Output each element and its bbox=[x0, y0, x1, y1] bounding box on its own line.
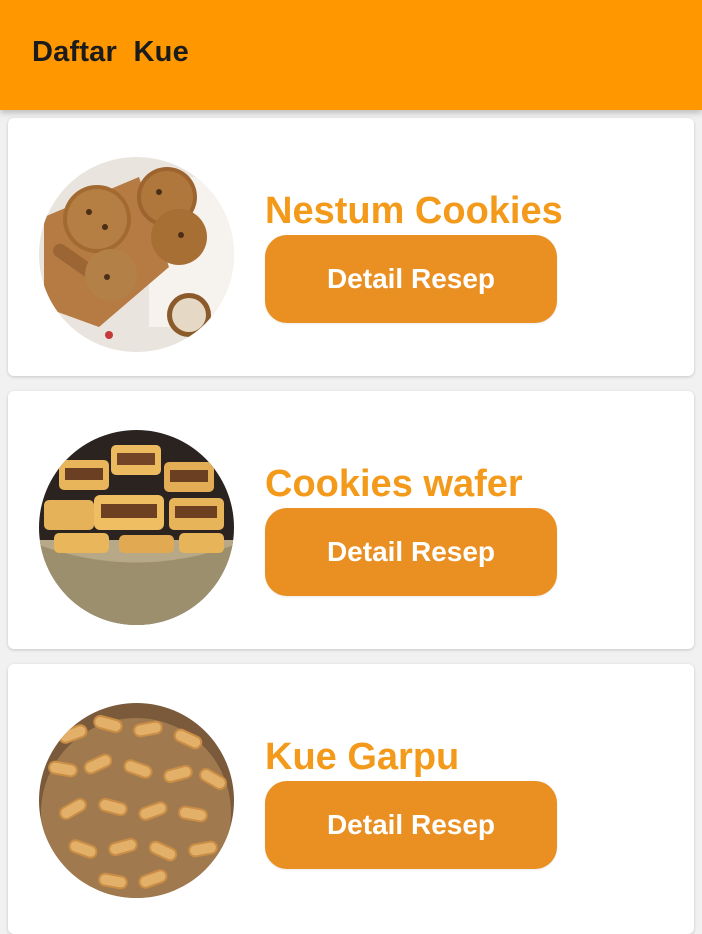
recipe-title: Nestum Cookies bbox=[265, 190, 563, 232]
recipe-card: Nestum Cookies Detail Resep bbox=[8, 118, 694, 376]
app-bar: Daftar Kue bbox=[0, 0, 702, 110]
app-title: Daftar Kue bbox=[32, 36, 189, 68]
detail-recipe-button[interactable]: Detail Resep bbox=[265, 781, 557, 869]
detail-recipe-button[interactable]: Detail Resep bbox=[265, 508, 557, 596]
detail-recipe-button[interactable]: Detail Resep bbox=[265, 235, 557, 323]
cookies-wafer-image bbox=[39, 430, 234, 625]
recipe-card: Cookies wafer Detail Resep bbox=[8, 391, 694, 649]
nestum-cookies-image bbox=[39, 157, 234, 352]
recipe-title: Cookies wafer bbox=[265, 463, 523, 505]
kue-garpu-image bbox=[39, 703, 234, 898]
recipe-card: Kue Garpu Detail Resep bbox=[8, 664, 694, 934]
recipe-title: Kue Garpu bbox=[265, 736, 460, 778]
